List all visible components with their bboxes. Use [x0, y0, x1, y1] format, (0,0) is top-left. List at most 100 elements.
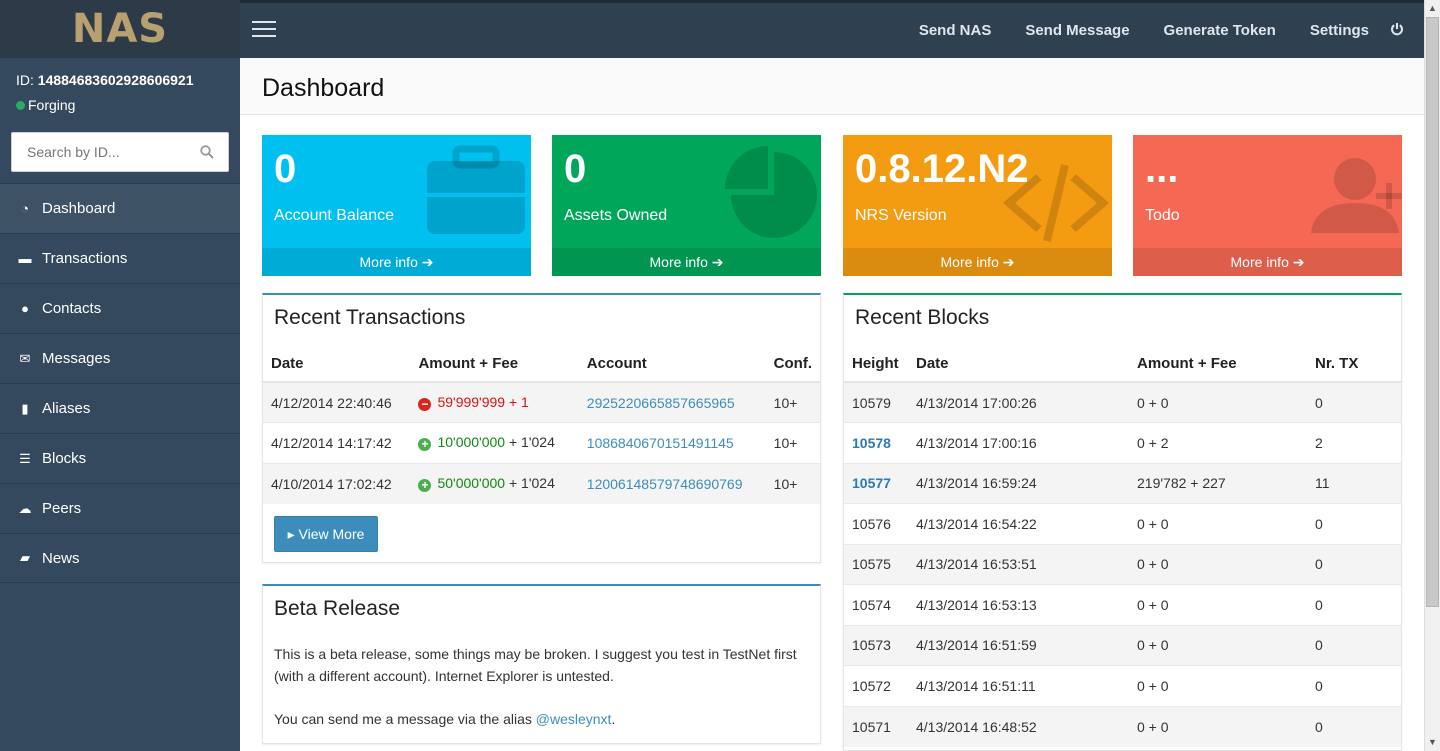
view-more-button[interactable]: ▸ View More — [274, 516, 378, 552]
sidebar-item-aliases[interactable]: ▮ Aliases — [0, 383, 240, 433]
tx-account-link[interactable]: 2925220665857665965 — [578, 381, 766, 423]
send-nas-link[interactable]: Send NAS — [919, 22, 992, 39]
account-balance-label: Account Balance — [274, 207, 395, 224]
power-icon[interactable] — [1390, 22, 1404, 40]
sidebar-item-label: Aliases — [42, 400, 91, 417]
tx-account-link[interactable]: 1086840670151491145 — [578, 422, 766, 463]
block-amount: 0 + 0 — [1129, 381, 1307, 423]
block-tx-count: 0 — [1307, 543, 1401, 585]
scroll-down-icon[interactable]: ▼ — [1425, 734, 1440, 751]
block-tx-count: 2 — [1307, 422, 1401, 463]
todo-tile: ... Todo More info ➔ — [1133, 135, 1402, 276]
status-text: Forging — [28, 97, 76, 113]
block-amount: 0 + 0 — [1129, 543, 1307, 585]
block-height: 10579 — [844, 381, 908, 423]
block-height-link[interactable]: 10577 — [844, 462, 908, 504]
block-tx-count: 0 — [1307, 503, 1401, 544]
recent-blocks-panel: Recent Blocks Height Date Amount + Fee N… — [843, 293, 1402, 751]
block-height-link[interactable]: 10578 — [844, 422, 908, 463]
nrs-version-tile: 0.8.12.N2 NRS Version More info ➔ — [843, 135, 1112, 276]
sidebar-item-dashboard[interactable]: ◔ Dashboard — [0, 183, 240, 233]
plus-circle-icon: + — [418, 479, 432, 492]
block-date: 4/13/2014 16:53:13 — [908, 584, 1129, 625]
account-balance-more-info[interactable]: More info ➔ — [262, 248, 531, 276]
settings-link[interactable]: Settings — [1310, 22, 1369, 39]
beta-release-panel: Beta Release This is a beta release, som… — [262, 584, 821, 744]
plus-circle-icon: + — [418, 438, 432, 452]
logo-text: NAS — [71, 6, 169, 52]
more-info-label: More info — [649, 254, 708, 270]
scroll-up-icon[interactable]: ▲ — [1425, 0, 1440, 17]
tx-date: 4/10/2014 17:02:42 — [263, 462, 411, 504]
block-date: 4/13/2014 16:54:22 — [908, 503, 1129, 544]
table-row: 10572 4/13/2014 16:51:11 0 + 00 — [844, 665, 1401, 706]
tx-date: 4/12/2014 14:17:42 — [263, 422, 411, 463]
account-balance-value: 0 — [274, 147, 297, 191]
beta-release-text: This is a beta release, some things may … — [263, 636, 820, 730]
more-info-label: More info — [1230, 254, 1289, 270]
assets-owned-tile: 0 Assets Owned More info ➔ — [552, 135, 821, 276]
sidebar-item-label: Dashboard — [42, 200, 116, 217]
todo-value: ... — [1145, 147, 1179, 191]
caret-right-icon: ▸ — [287, 526, 295, 542]
tx-amount: +10'000'000 + 1'024 — [410, 422, 579, 463]
tx-conf: 10+ — [765, 422, 820, 463]
block-date: 4/13/2014 16:59:24 — [908, 462, 1129, 504]
page-scrollbar[interactable]: ▲ ▼ — [1424, 0, 1440, 751]
scroll-thumb[interactable] — [1426, 17, 1439, 607]
block-tx-count: 0 — [1307, 705, 1401, 747]
block-date: 4/13/2014 17:00:16 — [908, 422, 1129, 463]
todo-more-info[interactable]: More info ➔ — [1133, 248, 1402, 276]
col-conf: Conf. — [765, 345, 820, 383]
generate-token-link[interactable]: Generate Token — [1164, 22, 1276, 39]
sidebar-item-label: Transactions — [42, 250, 128, 267]
table-row: 10576 4/13/2014 16:54:22 0 + 00 — [844, 503, 1401, 544]
block-height: 10571 — [844, 705, 908, 747]
user-icon: ● — [21, 301, 29, 316]
sidebar-item-label: Messages — [42, 350, 111, 367]
col-date: Date — [908, 345, 1129, 383]
table-row: 10574 4/13/2014 16:53:13 0 + 00 — [844, 584, 1401, 625]
sidebar-item-peers[interactable]: ☁ Peers — [0, 483, 240, 533]
bookmark-icon: ▮ — [21, 400, 29, 416]
sidebar-item-transactions[interactable]: ▬ Transactions — [0, 233, 240, 283]
assets-owned-more-info[interactable]: More info ➔ — [552, 248, 821, 276]
table-row: 10578 4/13/2014 17:00:16 0 + 22 — [844, 422, 1401, 463]
block-date: 4/13/2014 16:48:52 — [908, 705, 1129, 747]
sidebar-item-label: Blocks — [42, 450, 87, 467]
tx-account-link[interactable]: 12006148579748690769 — [578, 462, 766, 504]
sidebar-item-messages[interactable]: ✉ Messages — [0, 333, 240, 383]
cloud-icon: ☁ — [18, 500, 32, 516]
menu-toggle-icon[interactable] — [252, 21, 276, 39]
dashboard-icon: ◔ — [21, 201, 29, 216]
sidebar-item-contacts[interactable]: ● Contacts — [0, 283, 240, 333]
search-input[interactable] — [12, 133, 192, 171]
block-tx-count: 0 — [1307, 584, 1401, 625]
nrs-version-more-info[interactable]: More info ➔ — [843, 248, 1112, 276]
more-info-label: More info — [359, 254, 418, 270]
search-icon[interactable] — [200, 145, 214, 159]
block-amount: 0 + 0 — [1129, 624, 1307, 666]
envelope-icon: ✉ — [19, 350, 31, 366]
block-tx-count: 0 — [1307, 665, 1401, 706]
beta-release-title: Beta Release — [274, 597, 401, 620]
alias-link[interactable]: @wesleynxt — [536, 711, 612, 727]
send-message-link[interactable]: Send Message — [1025, 22, 1129, 39]
block-amount: 0 + 0 — [1129, 503, 1307, 544]
minus-circle-icon: − — [418, 398, 432, 411]
nrs-version-label: NRS Version — [855, 207, 947, 224]
col-nr-tx: Nr. TX — [1307, 345, 1401, 383]
assets-owned-value: 0 — [564, 147, 587, 191]
arrow-circle-right-icon: ➔ — [1292, 254, 1305, 270]
block-date: 4/13/2014 16:53:51 — [908, 543, 1129, 585]
sidebar: ID: 14884683602928606921 Forging ◔ Dashbo… — [0, 58, 240, 751]
recent-transactions-panel: Recent Transactions Date Amount + Fee Ac… — [262, 293, 821, 563]
block-amount: 0 + 0 — [1129, 584, 1307, 625]
top-navbar: Send NAS Send Message Generate Token Set… — [240, 0, 1424, 58]
list-icon: ☰ — [19, 450, 31, 466]
account-id: ID: 14884683602928606921 — [16, 72, 224, 88]
sidebar-item-blocks[interactable]: ☰ Blocks — [0, 433, 240, 483]
table-row: 10573 4/13/2014 16:51:59 0 + 00 — [844, 624, 1401, 666]
tx-amount: −59'999'999 + 1 — [410, 381, 579, 423]
sidebar-item-news[interactable]: ▰ News — [0, 533, 240, 583]
